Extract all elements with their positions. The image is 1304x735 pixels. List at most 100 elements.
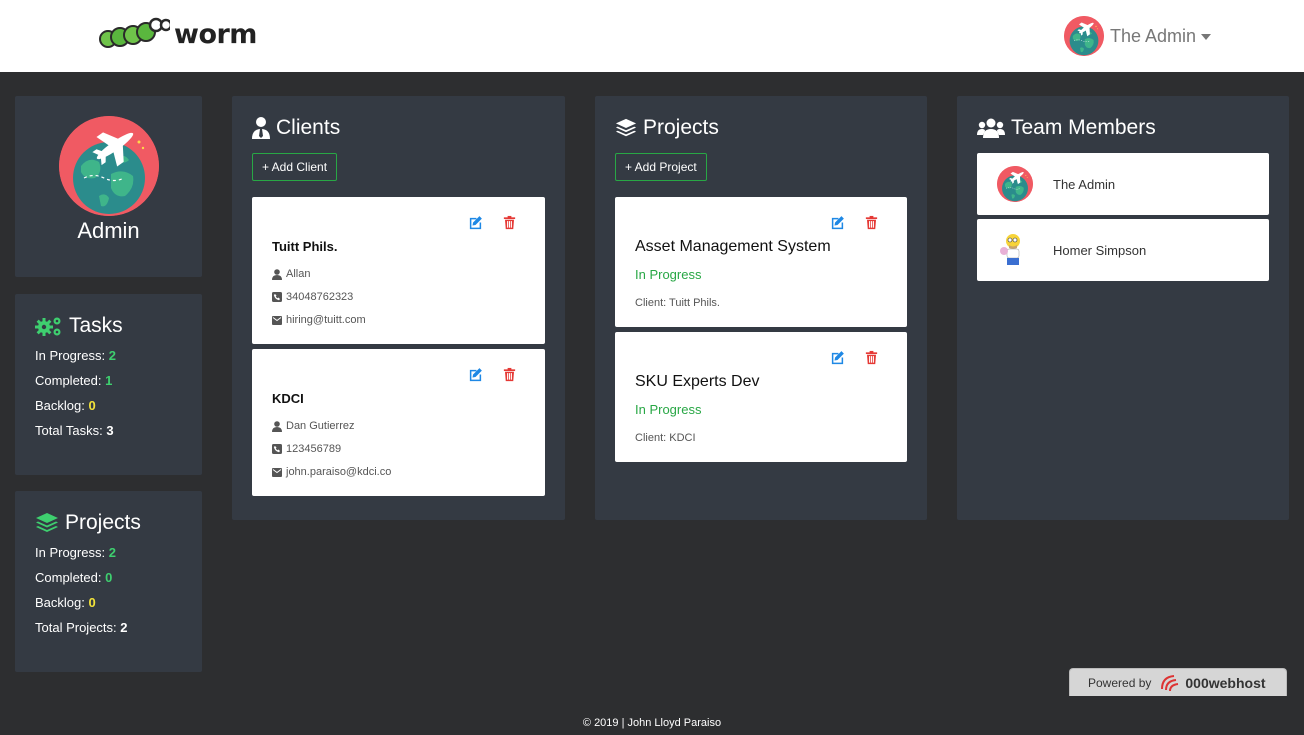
member-name: The Admin: [1053, 176, 1116, 192]
profile-role: Admin: [77, 218, 140, 243]
add-project-button[interactable]: + Add Project: [615, 153, 707, 181]
project-status: In Progress: [635, 402, 702, 417]
stat-value: 2: [120, 620, 128, 635]
projects-summary-title-text: Projects: [65, 511, 141, 534]
stat-label: In Progress:: [35, 348, 106, 363]
trash-icon[interactable]: [502, 215, 517, 230]
user-tie-icon: [252, 117, 270, 139]
add-client-button[interactable]: + Add Client: [252, 153, 338, 181]
stat-value: 0: [88, 398, 96, 413]
tasks-completed: Completed: 1: [35, 373, 112, 388]
client-email: john.paraiso@kdci.co: [272, 466, 391, 478]
project-name: SKU Experts Dev: [635, 373, 760, 390]
client-phone-text: 123456789: [286, 443, 342, 455]
stat-label: Backlog:: [35, 595, 85, 610]
stat-value: 0: [105, 570, 113, 585]
edit-icon[interactable]: [830, 215, 845, 230]
trash-icon[interactable]: [502, 367, 517, 382]
cogs-icon: [35, 315, 63, 337]
projects-summary-panel: Projects In Progress: 2 Completed: 0 Bac…: [15, 491, 202, 672]
client-contact-text: Allan: [286, 268, 311, 280]
project-card: Asset Management System In Progress Clie…: [615, 197, 907, 327]
clients-title: Clients: [252, 116, 340, 140]
stat-value: 0: [88, 595, 96, 610]
trash-icon[interactable]: [864, 215, 879, 230]
projects-summary-title: Projects: [35, 511, 141, 535]
user-name: The Admin: [1110, 25, 1197, 46]
clients-title-text: Clients: [276, 116, 341, 139]
edit-icon[interactable]: [468, 215, 483, 230]
stat-label: Completed:: [35, 373, 102, 388]
stat-value: 2: [108, 348, 116, 363]
team-member-item[interactable]: Homer Simpson: [977, 219, 1269, 281]
client-name: Tuitt Phils.: [272, 239, 338, 254]
stat-label: Total Projects:: [35, 620, 117, 635]
phone-icon: [272, 444, 282, 454]
tasks-total: Total Tasks: 3: [35, 423, 114, 438]
envelope-icon: [272, 467, 282, 477]
edit-icon[interactable]: [468, 367, 483, 382]
globe-plane-icon: [1064, 16, 1104, 56]
homer-avatar-icon: [1000, 234, 1020, 265]
profile-avatar: [59, 116, 159, 216]
client-contact-text: Dan Gutierrez: [286, 420, 355, 432]
webhost-logo-icon: [1161, 674, 1179, 691]
client-phone: 123456789: [272, 443, 341, 455]
chevron-down-icon: [1201, 34, 1212, 40]
tasks-backlog: Backlog: 0: [35, 398, 96, 413]
powered-by-badge[interactable]: Powered by 000webhost: [1069, 668, 1287, 696]
stat-value: 1: [105, 373, 113, 388]
member-avatar: [997, 166, 1033, 202]
worm-logo-icon: [99, 17, 170, 48]
globe-plane-icon: [59, 116, 159, 216]
projects-title: Projects: [615, 116, 719, 140]
user-icon: [272, 268, 282, 280]
stat-label: In Progress:: [35, 545, 106, 560]
stat-label: Total Tasks:: [35, 423, 103, 438]
client-name: KDCI: [272, 391, 304, 406]
envelope-icon: [272, 315, 282, 325]
project-card: SKU Experts Dev In Progress Client: KDCI: [615, 332, 907, 462]
client-phone-text: 34048762323: [286, 291, 354, 303]
team-member-item[interactable]: The Admin: [977, 153, 1269, 215]
logo-text: worm: [174, 18, 257, 50]
clients-panel: Clients + Add Client Tuitt Phils. Allan …: [232, 96, 565, 520]
client-email-text: john.paraiso@kdci.co: [286, 466, 392, 478]
profile-panel: Admin: [15, 96, 202, 277]
client-card: KDCI Dan Gutierrez 123456789 john.parais…: [252, 349, 545, 496]
powered-label: Powered by: [1088, 675, 1152, 690]
user-avatar: [1064, 16, 1104, 56]
edit-icon[interactable]: [830, 350, 845, 365]
projects-panel: Projects + Add Project Asset Management …: [595, 96, 927, 520]
phone-icon: [272, 292, 282, 302]
top-navbar: worm The Admin: [0, 0, 1304, 72]
project-client: Client: KDCI: [635, 432, 696, 444]
tasks-title: Tasks: [35, 314, 123, 338]
users-icon: [977, 118, 1005, 138]
client-contact: Allan: [272, 268, 310, 280]
client-card: Tuitt Phils. Allan 34048762323 hiring@tu…: [252, 197, 545, 344]
user-menu-dropdown[interactable]: The Admin: [1064, 16, 1212, 56]
footer-copyright: © 2019 | John Lloyd Paraiso: [582, 717, 722, 729]
project-name: Asset Management System: [635, 238, 831, 255]
tasks-title-text: Tasks: [69, 314, 123, 337]
powered-brand: 000webhost: [1185, 674, 1266, 691]
projects-in-progress: In Progress: 2: [35, 545, 116, 560]
app-logo[interactable]: worm: [98, 14, 257, 54]
layers-icon: [615, 117, 637, 139]
layers-icon: [35, 512, 59, 534]
team-title-text: Team Members: [1011, 116, 1156, 139]
project-client: Client: Tuitt Phils.: [635, 297, 720, 309]
stat-label: Completed:: [35, 570, 102, 585]
client-email-text: hiring@tuitt.com: [286, 314, 366, 326]
stat-label: Backlog:: [35, 398, 85, 413]
globe-plane-icon: [997, 166, 1033, 202]
projects-total: Total Projects: 2: [35, 620, 128, 635]
tasks-in-progress: In Progress: 2: [35, 348, 116, 363]
team-panel: Team Members The Admin Homer Simpson: [957, 96, 1289, 520]
projects-completed: Completed: 0: [35, 570, 112, 585]
trash-icon[interactable]: [864, 350, 879, 365]
stat-value: 2: [108, 545, 116, 560]
tasks-panel: Tasks In Progress: 2 Completed: 1 Backlo…: [15, 294, 202, 475]
projects-title-text: Projects: [643, 116, 719, 139]
